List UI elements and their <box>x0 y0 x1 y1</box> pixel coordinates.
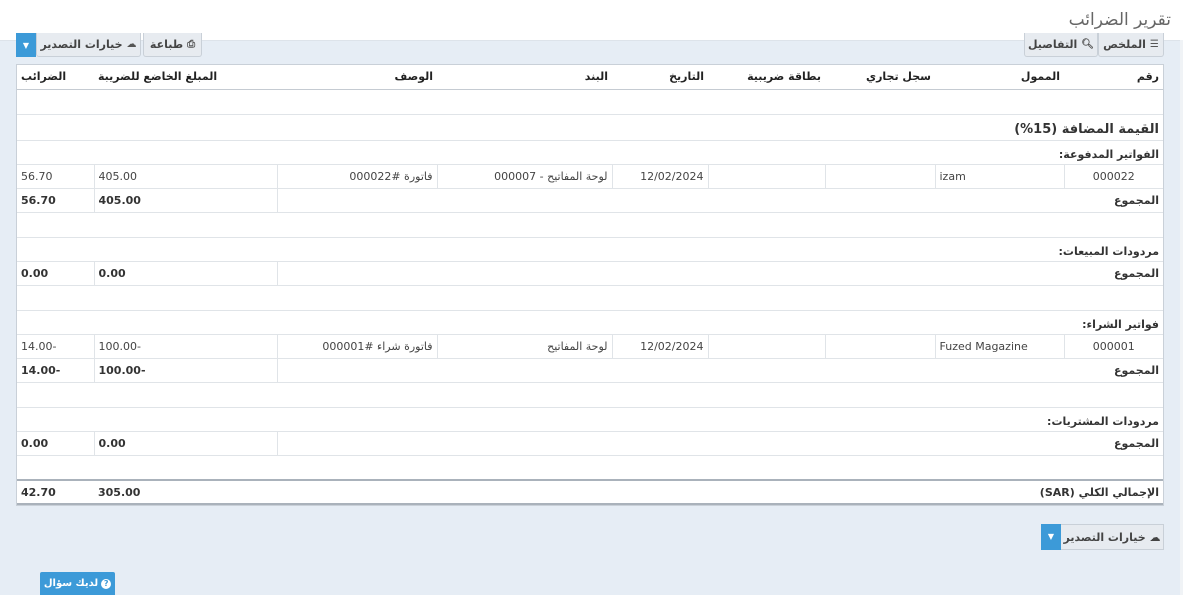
column-header: التاريخ <box>612 65 708 90</box>
grand-total-row: الإجمالي الكلي (SAR) 305.00 42.70 <box>17 479 1163 505</box>
cell-invoice-number: 000022 <box>1063 164 1163 189</box>
cell-tax-amount: -14.00 <box>17 334 94 359</box>
question-icon: ? <box>101 578 112 589</box>
table-header-row: رقم الممول سجل تجاري بطاقة ضريبية التاريخ الب… <box>17 65 1163 90</box>
section-title: مردودات المبيعات: <box>17 237 1163 262</box>
section-total-row: المجموع 405.00 56.70 <box>17 188 1163 213</box>
cell-commercial-register <box>824 164 935 189</box>
section-title: فواتير الشراء: <box>17 310 1163 335</box>
page-title: تقرير الضرائب <box>1068 10 1171 30</box>
caret-down-icon[interactable]: ▼ <box>1041 523 1061 550</box>
total-label: الإجمالي الكلي (SAR) <box>277 479 1163 505</box>
section-total-row: المجموع 0.00 0.00 <box>17 431 1163 456</box>
section-title-label: مردودات المشتريات: <box>17 407 1163 432</box>
column-header: رقم <box>1064 65 1163 90</box>
total-label: المجموع <box>276 358 1163 383</box>
summary-button[interactable]: ☰ الملخص <box>1098 33 1164 57</box>
section-title-label: الفواتير المدفوعة: <box>17 140 1163 165</box>
section-title: مردودات المشتريات: <box>17 407 1163 432</box>
spacer-row <box>17 285 1163 311</box>
export-options-button[interactable]: ☁ خيارات التصدير <box>36 33 141 57</box>
cell-commercial-register <box>824 334 935 359</box>
column-header: الضرائب <box>17 65 94 90</box>
cell-item: لوحة المفاتيح <box>436 334 612 359</box>
cell-tax-card <box>707 334 825 359</box>
cloud-download-icon: ☁ <box>126 39 137 50</box>
vat-heading: القيمة المضافة (15%) <box>17 114 1163 141</box>
cell-description: فاتورة شراء #000001 <box>276 334 437 359</box>
total-tax-amount: -14.00 <box>17 358 94 383</box>
help-button[interactable]: ? لديك سؤال <box>40 572 115 595</box>
tax-report-table: رقم الممول سجل تجاري بطاقة ضريبية التاريخ الب… <box>16 64 1164 506</box>
section-title-label: مردودات المبيعات: <box>17 237 1163 262</box>
cell-tax-amount: 56.70 <box>17 164 94 189</box>
cell-taxable-amount: -100.00 <box>93 334 277 359</box>
column-header: المبلغ الخاضع للضريبة <box>94 65 277 90</box>
cell-taxable-amount: 405.00 <box>93 164 277 189</box>
spacer-row <box>17 382 1163 408</box>
total-taxable-amount: 0.00 <box>93 431 277 456</box>
total-tax-amount: 0.00 <box>17 431 94 456</box>
spacer-row <box>17 89 1163 115</box>
table-row[interactable]: 000001 Fuzed Magazine 12/02/2024 لوحة المفا… <box>17 334 1163 359</box>
cell-item: لوحة المفاتيح - 000007 <box>436 164 612 189</box>
column-header: سجل تجاري <box>825 65 935 90</box>
total-taxable-amount: 405.00 <box>93 188 277 213</box>
section-title: الفواتير المدفوعة: <box>17 140 1163 165</box>
total-taxable-amount: 0.00 <box>93 261 277 286</box>
search-icon: 🔍︎ <box>1081 39 1095 50</box>
column-header: البند <box>437 65 612 90</box>
spacer-row <box>17 212 1163 238</box>
cell-invoice-number: 000001 <box>1063 334 1163 359</box>
total-tax-amount: 0.00 <box>17 261 94 286</box>
print-icon: ⎙ <box>187 39 196 50</box>
total-tax-amount: 42.70 <box>17 479 94 505</box>
cell-date: 12/02/2024 <box>611 164 708 189</box>
section-total-row: المجموع 0.00 0.00 <box>17 261 1163 286</box>
cell-payer-name: Fuzed Magazine <box>934 334 1064 359</box>
export-dropdown-toggle[interactable]: ▼ <box>16 33 36 57</box>
cell-description: فاتورة #000022 <box>276 164 437 189</box>
table-row[interactable]: 000022 izam 12/02/2024 لوحة المفاتيح - 0000… <box>17 164 1163 189</box>
list-icon: ☰ <box>1149 39 1159 50</box>
column-header: الممول <box>935 65 1064 90</box>
cell-payer-name: izam <box>934 164 1064 189</box>
total-taxable-amount: 305.00 <box>94 479 277 505</box>
cloud-download-icon: ☁ <box>1149 530 1161 544</box>
section-total-row: المجموع -100.00 -14.00 <box>17 358 1163 383</box>
cell-date: 12/02/2024 <box>611 334 708 359</box>
total-taxable-amount: -100.00 <box>93 358 277 383</box>
print-button[interactable]: ⎙ طباعة <box>143 33 202 57</box>
total-label: المجموع <box>276 261 1163 286</box>
export-options-button-bottom[interactable]: ▼ ☁ خيارات التصدير <box>1041 523 1164 550</box>
spacer-row <box>17 455 1163 481</box>
details-button[interactable]: 🔍︎ التفاصيل <box>1024 33 1098 57</box>
caret-down-icon: ▼ <box>22 40 30 50</box>
column-header: بطاقة ضريبية <box>708 65 825 90</box>
total-label: المجموع <box>276 188 1163 213</box>
cell-tax-card <box>707 164 825 189</box>
column-header: الوصف <box>277 65 437 90</box>
total-label: المجموع <box>276 431 1163 456</box>
section-title-label: فواتير الشراء: <box>17 310 1163 335</box>
vat-heading-label: القيمة المضافة (15%) <box>17 114 1163 141</box>
total-tax-amount: 56.70 <box>17 188 94 213</box>
